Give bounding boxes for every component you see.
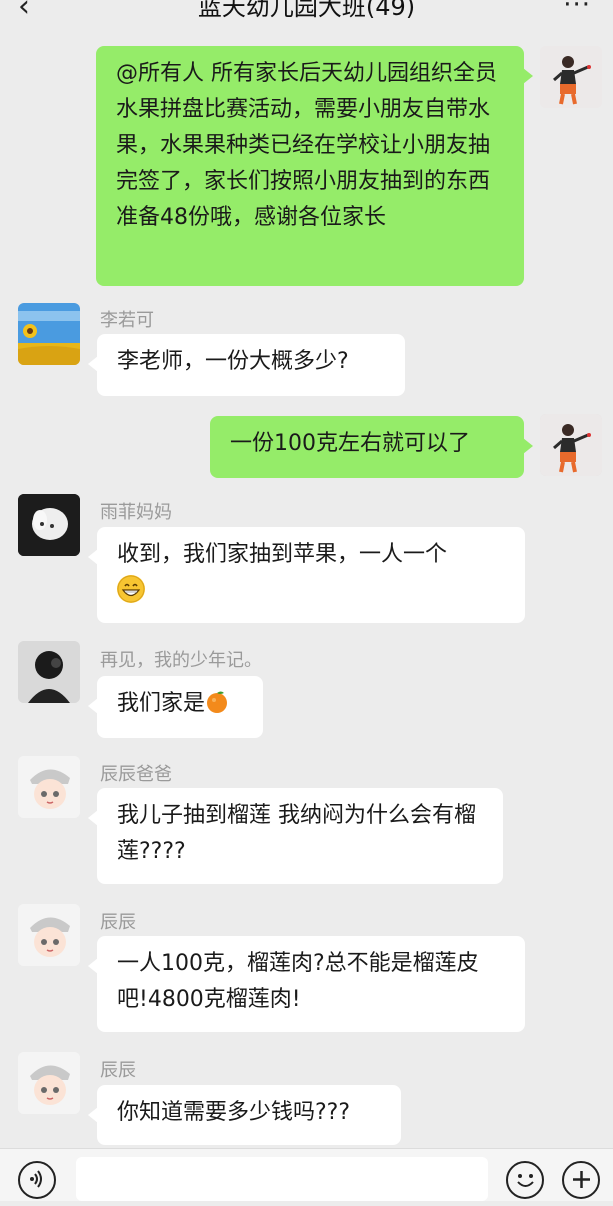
sender-name: 辰辰 [100, 1060, 136, 1081]
input-bar [0, 1148, 613, 1201]
message-input[interactable] [76, 1157, 488, 1201]
sender-name: 辰辰爸爸 [100, 764, 172, 785]
message-text: 我们家是 [117, 691, 206, 716]
avatar-chenchen[interactable] [18, 904, 80, 966]
tangerine-icon [205, 690, 229, 714]
message-bubble[interactable]: 我儿子抽到榴莲 我纳闷为什么会有榴莲???? [88, 788, 503, 884]
message-bubble[interactable]: 你知道需要多少钱吗??? [88, 1085, 401, 1145]
chat-header: ‹ 蓝天幼儿园大班(49) ··· [0, 0, 613, 30]
avatar-chenchen-baba[interactable] [18, 756, 80, 818]
message-bubble[interactable]: 我们家是 [88, 676, 263, 738]
avatar-teacher[interactable] [540, 414, 602, 476]
avatar-li-ruoke[interactable] [18, 303, 80, 365]
message-bubble[interactable]: @所有人 所有家长后天幼儿园组织全员水果拼盘比赛活动，需要小朋友自带水果，水果果… [96, 46, 533, 286]
avatar-teacher[interactable] [540, 46, 602, 108]
avatar-zaijian[interactable] [18, 641, 80, 703]
message-text: 收到，我们家抽到苹果，一人一个 [117, 542, 448, 567]
sender-name: 李若可 [100, 310, 154, 331]
sender-name: 辰辰 [100, 912, 136, 933]
message-bubble[interactable]: 一份100克左右就可以了 [210, 416, 533, 478]
more-dots-icon[interactable]: ··· [563, 0, 591, 22]
smiley-icon[interactable] [506, 1161, 544, 1199]
avatar-yufei-mama[interactable] [18, 494, 80, 556]
plus-icon[interactable] [562, 1161, 600, 1199]
avatar-chenchen[interactable] [18, 1052, 80, 1114]
message-bubble[interactable]: 一人100克，榴莲肉?总不能是榴莲皮吧!4800克榴莲肉! [88, 936, 525, 1032]
voice-icon[interactable] [18, 1161, 56, 1199]
message-bubble[interactable]: 李老师，一份大概多少? [88, 334, 405, 396]
chat-title: 蓝天幼儿园大班(49) [197, 0, 416, 21]
grinning-face-icon [117, 575, 145, 603]
message-bubble[interactable]: 收到，我们家抽到苹果，一人一个 [88, 527, 525, 623]
sender-name: 雨菲妈妈 [100, 502, 172, 523]
sender-name: 再见，我的少年记。 [100, 650, 262, 671]
